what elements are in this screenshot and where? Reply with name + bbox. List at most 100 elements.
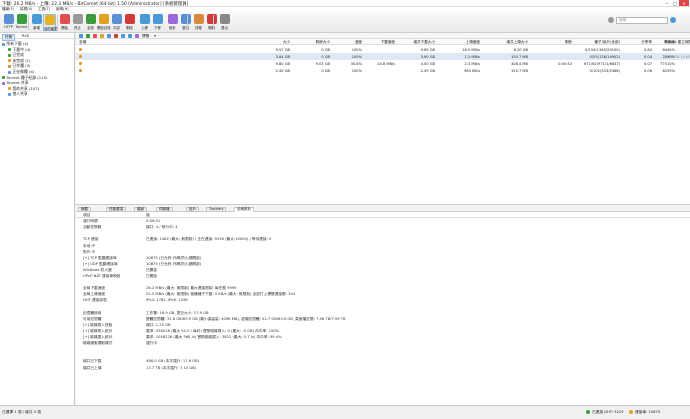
toolbar-label: HTTP (4, 25, 13, 29)
table-cell: 308.4 MB (511, 61, 528, 66)
tab-servers[interactable]: 伺服器 (156, 206, 173, 212)
column-header[interactable]: 名稱 (79, 40, 86, 45)
torrent-button[interactable]: Torrent (15, 14, 28, 31)
sidebar-tabs: 任務 RSS (0, 33, 74, 41)
tab-rss[interactable]: RSS (20, 34, 31, 38)
toolbar-label: 退出 (221, 26, 228, 30)
move-down-button[interactable]: 下移 (151, 14, 164, 31)
stat-value: 工作集: 16.9 GB, 提交大小: 17.9 GB (146, 310, 209, 315)
exit-button[interactable]: 退出 (218, 14, 231, 31)
stat-value: 已連接: 1482 (最大: 無限制) / 正在連接: 9318 (最大:100… (146, 237, 272, 242)
stat-value: 總共: 4 / 執行中: 4 (146, 225, 178, 230)
table-row[interactable]: 9.80 GB 9.03 GB 35.8% 24.8 MB/s 4.00 GB 2.3 M… (76, 60, 690, 67)
table-row[interactable]: 3.84 GB 0 GB 100% 3.90 GB 1.2 MB/s 150.7 MB 0/… (76, 53, 690, 60)
maximize-button[interactable]: □ (671, 0, 679, 6)
add-button[interactable]: 新增 (30, 14, 43, 31)
open-folder-button[interactable]: 開啟目錄 (97, 14, 111, 31)
delete-icon[interactable] (114, 34, 118, 38)
column-header[interactable]: 進度 (326, 40, 362, 45)
stat-label: 全局上傳速度 (83, 292, 106, 297)
minimize-button[interactable]: ─ (663, 0, 671, 6)
stop-button[interactable]: 停止 (71, 14, 84, 31)
search-input[interactable]: 搜尋 (616, 17, 668, 24)
tab-tasks[interactable]: 任務 (2, 33, 16, 41)
window-controls: ─ □ ✕ (663, 0, 689, 7)
stat-label: 對外 IP (83, 249, 95, 254)
stat-label: 總共已上傳 (83, 365, 102, 370)
close-button[interactable]: ✕ (679, 0, 689, 6)
tab-global-stats[interactable]: 全局統計 (234, 206, 254, 212)
start-all-button[interactable]: 全部 (84, 14, 97, 31)
stop-icon[interactable] (93, 34, 97, 38)
tab-files[interactable]: 檔案 (134, 206, 147, 212)
tab-peers[interactable]: 用戶 (186, 206, 199, 212)
column-header[interactable]: Torrent 建立時間 (664, 40, 690, 45)
statistics-icon (167, 14, 178, 24)
start-button[interactable]: 開始 (58, 14, 71, 31)
filter-dropdown[interactable]: ▾ (154, 34, 156, 38)
stat-label: 總共已下載 (83, 359, 102, 364)
column-header[interactable]: 剩餘大小 (294, 40, 330, 45)
stat-label: 運行時間 (83, 219, 98, 224)
table-cell: 8445% (662, 47, 675, 52)
stat-label: [+] TCP 監聽連接埠 (83, 255, 117, 260)
stat-value: 10875 (已允許-外網/防火牆開啟) (146, 261, 202, 266)
shutdown-button[interactable]: 關機 (205, 14, 218, 31)
detail-header-divider (76, 217, 690, 218)
table-cell: 671/62(971/1/6837) (584, 61, 621, 66)
folder-icon (8, 53, 11, 57)
toolbar-label: 全部 (87, 26, 94, 30)
start-icon[interactable] (86, 34, 90, 38)
statistics-button[interactable]: 統計 (166, 14, 179, 31)
column-header[interactable]: 上傳速度 (444, 40, 480, 45)
sidebar-item[interactable]: 他人共享 (8, 91, 28, 97)
table-cell: 77510% (660, 61, 675, 66)
main-panel: 標籤 ▾ 名稱 大小 剩餘大小 進度 下載速度 總共下載大小 上傳速度 總共上傳大小 剩餘 種子/… (76, 33, 690, 405)
column-header[interactable]: 種子/用戶(全部) (584, 40, 620, 45)
table-row[interactable]: 2.49 GB 0 GB 100% 2.49 GB 963 KB/s 155.7 MB 0/… (76, 67, 690, 74)
stat-label: 項目 (83, 213, 91, 217)
table-cell: 0/55(126/14902) (589, 54, 620, 59)
tab-task-options[interactable]: 任務選項 (106, 206, 126, 212)
tab-trackers[interactable]: Trackers (206, 206, 227, 212)
tab-label: 伺服器 (159, 206, 170, 211)
shutdown-icon (206, 14, 217, 24)
add-icon[interactable] (79, 34, 83, 38)
move-up-icon[interactable] (121, 34, 125, 38)
folder-icon[interactable] (100, 34, 104, 38)
settings-icon[interactable] (608, 17, 614, 23)
column-header[interactable]: 總共下載大小 (399, 40, 435, 45)
column-header[interactable]: 總共上傳大小 (492, 40, 528, 45)
search-placeholder: 搜尋 (619, 18, 627, 22)
table-cell: 2019-09-15 09:27:01 (664, 54, 690, 59)
sidebar: 任務 RSS 所有下載 (4) 下載中 (4) 已完成 未完成 (1) 已作種 (3) 正… (0, 33, 75, 405)
global-stats-panel: 項目值運行時間 0:09:01 活動任務數 總共: 4 / 執行中: 4 TCP 連接已… (76, 212, 690, 405)
table-cell: 0 GB (321, 54, 330, 59)
column-header[interactable]: 剩餘 (536, 40, 572, 45)
table-row[interactable]: 9.57 GB 0 GB 100% 9.65 GB 18.0 MB/s 8.20 GB 0/… (76, 46, 690, 53)
stat-value: 總共: 1.25 GB (146, 322, 171, 327)
tab-summary[interactable]: 摘要 (78, 206, 91, 212)
delete-button[interactable]: 刪除 (123, 14, 136, 31)
schedule-button[interactable]: 排程 (192, 14, 205, 31)
move-down-icon (152, 14, 163, 24)
column-header[interactable]: 大小 (254, 40, 290, 45)
stat-label: TCP 連接 (83, 237, 99, 242)
filter-icon[interactable] (135, 34, 139, 38)
table-cell: 150.7 MB (511, 54, 528, 59)
favorites-button[interactable]: 我的最愛 (43, 14, 58, 31)
options-button[interactable]: 選項 (179, 14, 192, 31)
properties-icon[interactable] (107, 34, 111, 38)
column-header[interactable]: 下載速度 (359, 40, 395, 45)
schedule-icon (193, 14, 204, 24)
move-down-icon[interactable] (128, 34, 132, 38)
table-cell: 100% (351, 47, 362, 52)
stat-value: 已開啟 (146, 274, 158, 278)
http-button[interactable]: HTTP (2, 14, 15, 31)
folder-icon (8, 87, 11, 91)
dht-status-icon (586, 410, 590, 414)
move-up-button[interactable]: 上移 (138, 14, 151, 31)
search-icon[interactable] (670, 17, 676, 23)
toolbar-label: 關機 (208, 26, 215, 30)
properties-button[interactable]: 內容 (110, 14, 123, 31)
